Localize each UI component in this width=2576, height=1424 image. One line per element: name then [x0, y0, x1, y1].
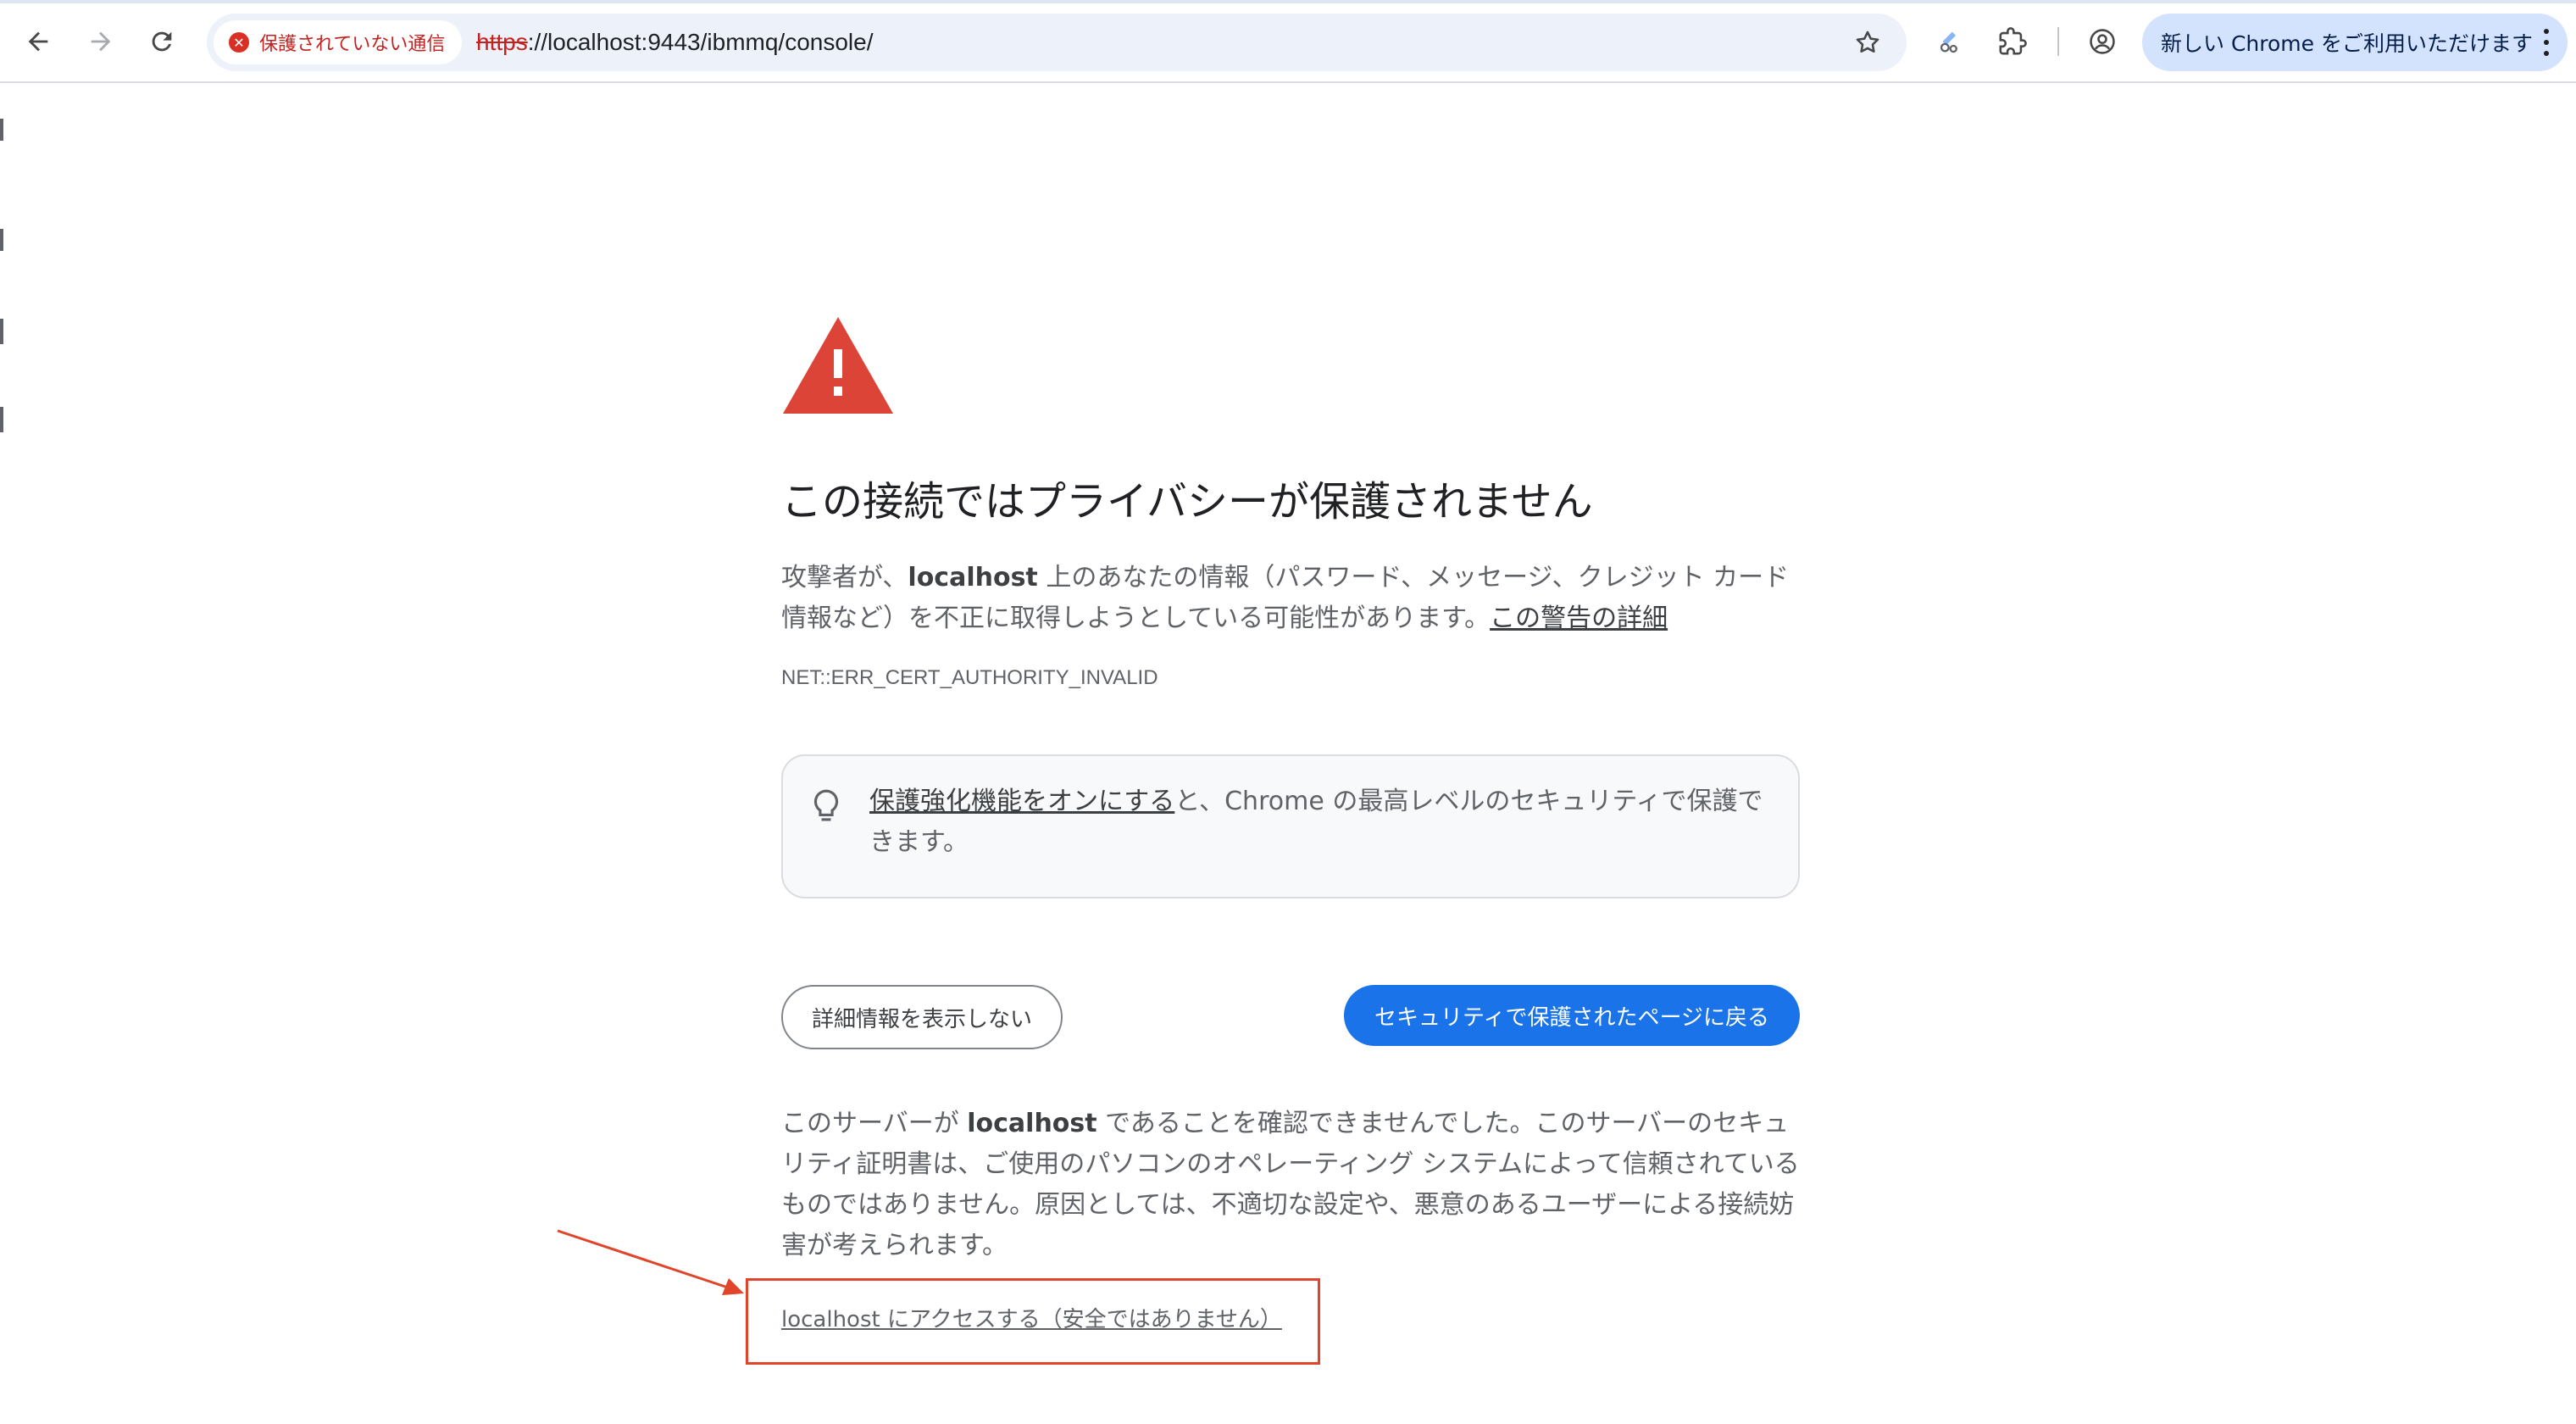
lightbulb-icon [813, 789, 839, 821]
forward-button[interactable] [81, 22, 120, 61]
security-chip[interactable]: ✕ 保護されていない通信 [214, 20, 463, 64]
reload-button[interactable] [142, 22, 181, 61]
color-picker-extension-icon [1940, 31, 1957, 53]
reload-icon [152, 31, 172, 52]
back-button[interactable] [19, 22, 58, 61]
intro-host: localhost [908, 563, 1038, 592]
learn-more-link[interactable]: この警告の詳細 [1490, 604, 1668, 633]
profile-button[interactable] [2083, 22, 2122, 61]
intro-paragraph: 攻撃者が、localhost 上のあなたの情報（パスワード、メッセージ、クレジッ… [781, 558, 1800, 639]
arrow-forward-icon [91, 31, 111, 52]
left-edge-marks [0, 119, 5, 458]
details-prefix: このサーバーが [781, 1109, 968, 1138]
star-icon [1856, 31, 1879, 53]
security-chip-label: 保護されていない通信 [259, 34, 446, 55]
extensions-button[interactable] [1993, 22, 2032, 61]
warning-triangle-icon [783, 317, 893, 414]
details-host: localhost [967, 1109, 1097, 1138]
color-picker-extension-button[interactable] [1930, 22, 1969, 61]
browser-toolbar: ✕ 保護されていない通信 https://localhost:9443/ibmm… [0, 0, 2576, 83]
url-scheme: https [476, 29, 528, 55]
arrow-back-icon [28, 31, 48, 52]
more-vert-icon[interactable] [2537, 25, 2556, 59]
hide-details-button[interactable]: 詳細情報を表示しない [781, 985, 1063, 1049]
error-code: NET::ERR_CERT_AUTHORITY_INVALID [781, 666, 1158, 689]
address-bar[interactable]: ✕ 保護されていない通信 https://localhost:9443/ibmm… [207, 14, 1907, 71]
back-to-safety-button[interactable]: セキュリティで保護されたページに戻る [1344, 985, 1800, 1046]
profile-icon [2090, 29, 2115, 54]
url-rest: ://localhost:9443/ibmmq/console/ [527, 29, 874, 55]
tab-strip-edge [0, 0, 2576, 3]
enhanced-protection-text: 保護強化機能をオンにすると、Chrome の最高レベルのセキュリティで保護できま… [869, 782, 1768, 863]
url-text[interactable]: https://localhost:9443/ibmmq/console/ [476, 14, 873, 71]
annotation-arrow-icon [557, 1229, 744, 1295]
details-paragraph: このサーバーが localhost であることを確認できませんでした。このサーバ… [781, 1104, 1800, 1266]
annotation-highlight-box [746, 1278, 1320, 1365]
intro-prefix: 攻撃者が、 [781, 563, 908, 592]
page-title: この接続ではプライバシーが保護されません [781, 478, 1593, 526]
puzzle-extensions-icon [1999, 27, 2027, 55]
bookmark-button[interactable] [1851, 25, 1885, 59]
error-circle-icon: ✕ [229, 32, 249, 53]
chrome-update-button[interactable]: 新しい Chrome をご利用いただけます [2142, 14, 2568, 71]
chrome-update-label: 新しい Chrome をご利用いただけます [2161, 31, 2533, 56]
toolbar-divider [2057, 27, 2059, 56]
enhanced-protection-box: 保護強化機能をオンにすると、Chrome の最高レベルのセキュリティで保護できま… [781, 754, 1800, 898]
enhanced-protection-link[interactable]: 保護強化機能をオンにする [869, 787, 1174, 816]
